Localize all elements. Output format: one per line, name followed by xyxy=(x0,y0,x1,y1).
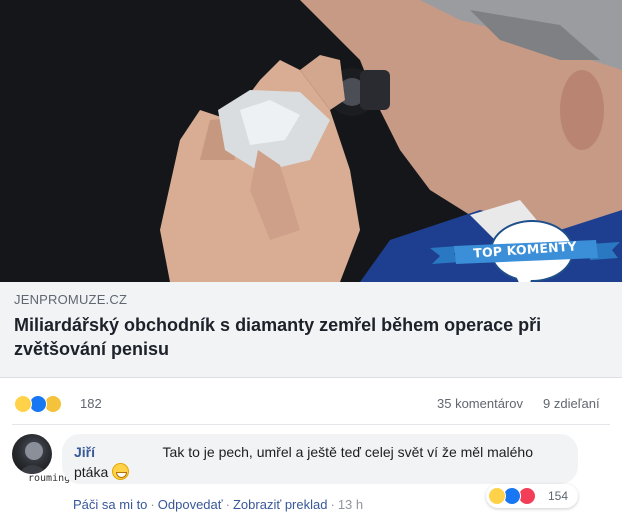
like-link[interactable]: Páči sa mi to xyxy=(73,497,147,512)
divider xyxy=(12,424,610,425)
separator-dot: · xyxy=(225,497,230,512)
translate-link[interactable]: Zobraziť preklad xyxy=(233,497,327,512)
post-reactions-bar: 182 35 komentárov 9 zdieľaní xyxy=(0,390,622,418)
grin-emoji-icon xyxy=(112,463,130,480)
link-headline[interactable]: Miliardářský obchodník s diamanty zemřel… xyxy=(14,313,604,361)
reply-link[interactable]: Odpovedať xyxy=(158,497,223,512)
avatar[interactable] xyxy=(12,434,52,474)
top-komenty-badge: TOP KOMENTY xyxy=(430,214,620,282)
comment-reactions[interactable]: 154 xyxy=(486,484,578,508)
comment-reaction-count: 154 xyxy=(548,489,569,503)
separator-dot: · xyxy=(330,497,335,512)
comment-timestamp[interactable]: 13 h xyxy=(338,497,363,512)
link-domain: JENPROMUZE.CZ xyxy=(14,292,128,307)
avatar-portrait-icon xyxy=(18,442,48,474)
comment-actions: Páči sa mi to · Odpovedať · Zobraziť preklad… xyxy=(73,497,363,512)
haha-emoji-icon xyxy=(488,487,506,505)
comment-text: Tak to je pech, umřel a ještě teď celej … xyxy=(74,444,533,480)
reaction-count[interactable]: 182 xyxy=(80,396,102,411)
separator-dot: · xyxy=(150,497,155,512)
link-preview[interactable]: JENPROMUZE.CZ Miliardářský obchodník s d… xyxy=(0,282,622,378)
comment-author[interactable]: Jiří xyxy=(74,444,95,460)
article-photo[interactable]: TOP KOMENTY xyxy=(0,0,622,282)
haha-emoji-icon xyxy=(14,395,32,413)
shares-count[interactable]: 9 zdieľaní xyxy=(543,396,600,411)
comment-bubble: Jiří Tak to je pech, umřel a ještě teď c… xyxy=(62,434,578,484)
comments-count[interactable]: 35 komentárov xyxy=(437,396,523,411)
